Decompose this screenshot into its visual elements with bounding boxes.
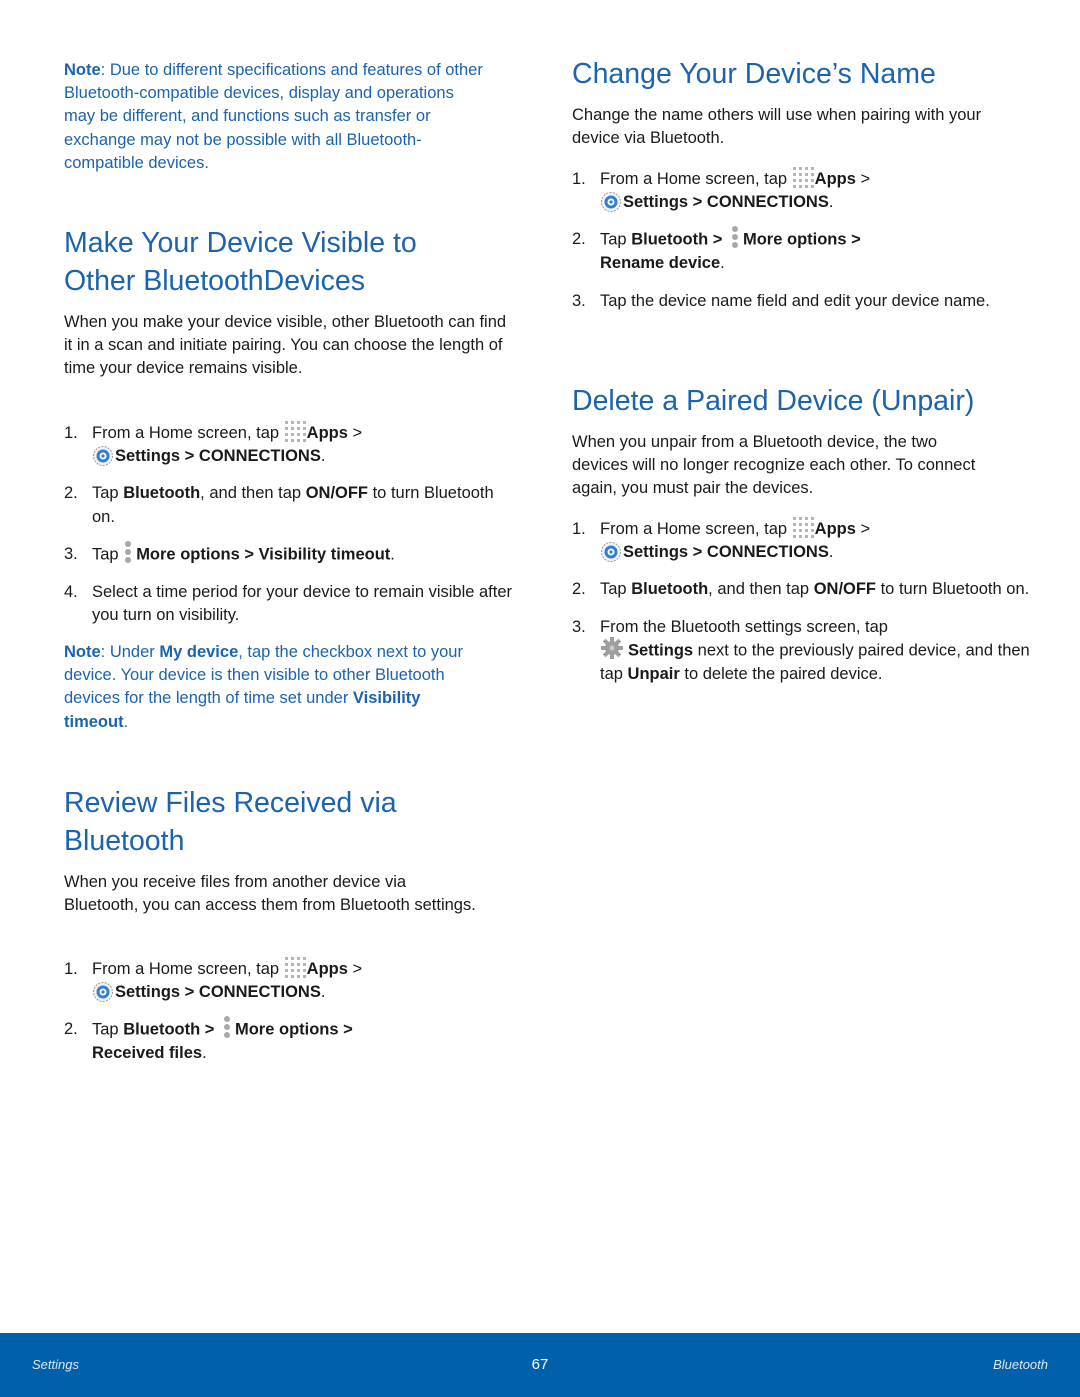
step: 2. Tap Bluetooth, and then tap ON/OFF to… xyxy=(572,580,1030,599)
step: 3. Tap the device name field and edit yo… xyxy=(572,291,990,310)
apps-grid-icon xyxy=(792,166,814,188)
make-visible-intro: When you make your device visible, other… xyxy=(64,313,507,378)
apps-grid-icon xyxy=(284,956,306,978)
change-name-intro: Change the name others will use when pai… xyxy=(572,106,982,148)
compatibility-note: Note: Due to different specifications an… xyxy=(64,61,483,172)
settings-gear-blue-icon xyxy=(600,191,622,213)
page-number: 67 xyxy=(531,1356,549,1373)
settings-gear-gray-icon xyxy=(600,636,624,660)
apps-grid-icon xyxy=(792,516,814,538)
step: 3. Tap More options > Visibility timeout… xyxy=(64,540,514,567)
heading-review-files: Review Files Received via Bluetooth xyxy=(64,787,397,857)
page-footer: Settings 67 Bluetooth xyxy=(0,1333,1080,1397)
step: 3. From the Bluetooth settings screen, t… xyxy=(572,617,1030,683)
review-files-intro: When you receive files from another devi… xyxy=(64,873,476,915)
change-name-steps: 1. From a Home screen, tap Apps > Settin… xyxy=(572,166,1022,327)
unpair-intro: When you unpair from a Bluetooth device,… xyxy=(572,433,976,498)
more-options-icon xyxy=(123,540,133,564)
step: 2. Tap Bluetooth > More options > Rename… xyxy=(572,225,1022,275)
more-options-icon xyxy=(222,1015,232,1039)
visibility-note: Note: Under My device, tap the checkbox … xyxy=(64,643,463,731)
step: 1. From a Home screen, tap Apps > Settin… xyxy=(572,516,1032,564)
step: 1. From a Home screen, tap Apps > Settin… xyxy=(64,420,514,468)
unpair-steps: 1. From a Home screen, tap Apps > Settin… xyxy=(572,516,1032,700)
heading-change-name: Change Your Device’s Name xyxy=(572,58,936,90)
step: 2. Tap Bluetooth, and then tap ON/OFF to… xyxy=(64,484,494,526)
footer-section-right: Bluetooth xyxy=(993,1357,1048,1372)
step: 4. Select a time period for your device … xyxy=(64,582,513,625)
more-options-icon xyxy=(730,225,740,249)
step: 1. From a Home screen, tap Apps > Settin… xyxy=(572,166,1022,214)
apps-grid-icon xyxy=(284,420,306,442)
settings-gear-blue-icon xyxy=(92,445,114,467)
settings-gear-blue-icon xyxy=(92,981,114,1003)
step: 2. Tap Bluetooth > More options > Receiv… xyxy=(64,1015,514,1065)
heading-unpair: Delete a Paired Device (Unpair) xyxy=(572,385,975,417)
settings-gear-blue-icon xyxy=(600,541,622,563)
make-visible-steps: 1. From a Home screen, tap Apps > Settin… xyxy=(64,420,514,641)
step: 1. From a Home screen, tap Apps > Settin… xyxy=(64,956,514,1004)
heading-make-visible: Make Your Device Visible to Other Blueto… xyxy=(64,227,417,297)
review-files-steps: 1. From a Home screen, tap Apps > Settin… xyxy=(64,956,514,1080)
